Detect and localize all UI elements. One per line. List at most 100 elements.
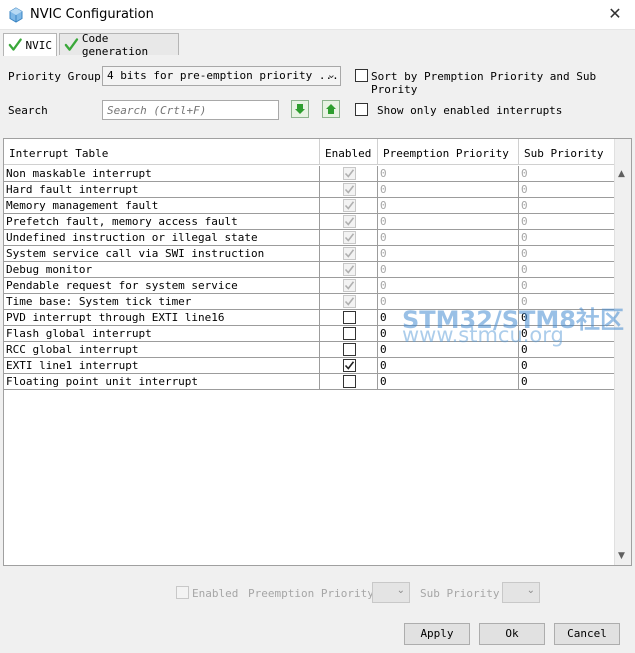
- bottom-preemption-select[interactable]: ⌄: [372, 582, 410, 603]
- enabled-checkbox: [343, 263, 356, 276]
- search-next-button[interactable]: [291, 100, 309, 118]
- enabled-checkbox: [343, 215, 356, 228]
- enabled-cell: [320, 230, 378, 245]
- bottom-enabled-checkbox[interactable]: [176, 586, 189, 599]
- enabled-checkbox[interactable]: [343, 327, 356, 340]
- enabled-checkbox: [343, 199, 356, 212]
- tab-nvic[interactable]: NVIC: [3, 33, 57, 56]
- enabled-checkbox: [343, 231, 356, 244]
- table-row[interactable]: Hard fault interrupt 0 0: [4, 182, 615, 198]
- table-row[interactable]: Floating point unit interrupt 0 0: [4, 374, 615, 390]
- ok-button[interactable]: Ok: [479, 623, 545, 645]
- enabled-cell: [320, 166, 378, 181]
- enabled-checkbox[interactable]: [343, 343, 356, 356]
- enabled-checkbox: [343, 279, 356, 292]
- vertical-scrollbar[interactable]: ▲ ▼: [614, 139, 631, 565]
- interrupt-name: Prefetch fault, memory access fault: [4, 214, 320, 229]
- bottom-preemption-label: Preemption Priority: [248, 587, 374, 600]
- interrupt-name: Undefined instruction or illegal state: [4, 230, 320, 245]
- preemption-priority-cell[interactable]: 0: [378, 358, 519, 373]
- bottom-enabled-label: Enabled: [192, 587, 239, 600]
- enabled-checkbox[interactable]: [343, 375, 356, 388]
- enabled-cell: [320, 310, 378, 325]
- interrupt-name: Non maskable interrupt: [4, 166, 320, 181]
- sub-priority-cell[interactable]: 0: [519, 374, 615, 389]
- table-row[interactable]: Pendable request for system service 0 0: [4, 278, 615, 294]
- window-title: NVIC Configuration: [30, 7, 154, 22]
- bottom-sub-priority-select[interactable]: ⌄: [502, 582, 540, 603]
- preemption-priority-cell[interactable]: 0: [378, 374, 519, 389]
- header-sub-priority[interactable]: Sub Priority: [519, 139, 614, 165]
- checkmark-icon: [344, 169, 355, 178]
- enabled-checkbox: [343, 167, 356, 180]
- checkmark-icon: [344, 249, 355, 258]
- preemption-priority-cell: 0: [378, 214, 519, 229]
- scroll-down-icon[interactable]: ▼: [618, 551, 625, 561]
- enabled-cell: [320, 358, 378, 373]
- interrupt-table: Interrupt Table Enabled Preemption Prior…: [3, 138, 632, 566]
- preemption-priority-cell: 0: [378, 166, 519, 181]
- search-previous-button[interactable]: [322, 100, 340, 118]
- preemption-priority-cell: 0: [378, 230, 519, 245]
- scroll-up-icon[interactable]: ▲: [618, 169, 625, 179]
- preemption-priority-cell: 0: [378, 278, 519, 293]
- enabled-cell: [320, 198, 378, 213]
- table-row[interactable]: Memory management fault 0 0: [4, 198, 615, 214]
- priority-group-value: 4 bits for pre-emption priority ...: [107, 69, 339, 82]
- enabled-checkbox[interactable]: [343, 359, 356, 372]
- enabled-cell: [320, 374, 378, 389]
- checkmark-icon: [344, 297, 355, 306]
- sort-by-priority-checkbox[interactable]: [355, 69, 368, 82]
- arrow-down-icon: [295, 104, 305, 114]
- enabled-cell: [320, 214, 378, 229]
- interrupt-name: EXTI line1 interrupt: [4, 358, 320, 373]
- table-row[interactable]: Undefined instruction or illegal state 0 0: [4, 230, 615, 246]
- search-label: Search: [8, 104, 48, 117]
- header-enabled[interactable]: Enabled: [320, 139, 378, 165]
- chevron-down-icon: ⌄: [326, 68, 336, 81]
- priority-group-label: Priority Group: [8, 70, 101, 83]
- checkmark-icon: [344, 201, 355, 210]
- header-interrupt-table[interactable]: Interrupt Table: [4, 139, 320, 165]
- table-row[interactable]: System service call via SWI instruction 0…: [4, 246, 615, 262]
- preemption-priority-cell: 0: [378, 246, 519, 261]
- checkmark-icon: [344, 281, 355, 290]
- chevron-down-icon: ⌄: [526, 585, 535, 596]
- enabled-cell: [320, 262, 378, 277]
- watermark-url: www.stmcu.org: [402, 323, 564, 347]
- table-header: Interrupt Table Enabled Preemption Prior…: [4, 139, 614, 165]
- check-icon: [8, 38, 22, 51]
- enabled-checkbox: [343, 247, 356, 260]
- header-preemption-priority[interactable]: Preemption Priority: [378, 139, 519, 165]
- enabled-checkbox[interactable]: [343, 311, 356, 324]
- search-input[interactable]: [102, 100, 279, 120]
- sort-by-priority-label: Sort by Premption Priority and Sub Prori…: [371, 70, 597, 96]
- sub-priority-cell: 0: [519, 230, 615, 245]
- apply-button[interactable]: Apply: [404, 623, 470, 645]
- sub-priority-cell: 0: [519, 278, 615, 293]
- table-row[interactable]: Prefetch fault, memory access fault 0 0: [4, 214, 615, 230]
- sub-priority-cell: 0: [519, 214, 615, 229]
- tab-code-generation[interactable]: Code generation: [59, 32, 179, 58]
- close-icon[interactable]: ✕: [605, 4, 625, 23]
- show-only-enabled-checkbox[interactable]: [355, 103, 368, 116]
- checkmark-icon: [344, 361, 355, 370]
- interrupt-name: PVD interrupt through EXTI line16: [4, 310, 320, 325]
- bottom-sub-priority-label: Sub Priority: [420, 587, 500, 600]
- arrow-up-icon: [326, 104, 336, 114]
- enabled-cell: [320, 342, 378, 357]
- tab-label: NVIC: [25, 38, 53, 52]
- interrupt-name: System service call via SWI instruction: [4, 246, 320, 261]
- interrupt-name: Time base: System tick timer: [4, 294, 320, 309]
- priority-group-select[interactable]: 4 bits for pre-emption priority ... ⌄: [102, 66, 341, 86]
- title-bar: NVIC Configuration ✕: [0, 0, 635, 30]
- sub-priority-cell[interactable]: 0: [519, 358, 615, 373]
- enabled-checkbox: [343, 183, 356, 196]
- table-row[interactable]: EXTI line1 interrupt 0 0: [4, 358, 615, 374]
- interrupt-name: Hard fault interrupt: [4, 182, 320, 197]
- table-row[interactable]: Debug monitor 0 0: [4, 262, 615, 278]
- cancel-button[interactable]: Cancel: [554, 623, 620, 645]
- table-row[interactable]: Non maskable interrupt 0 0: [4, 166, 615, 182]
- checkmark-icon: [344, 217, 355, 226]
- show-only-enabled-label: Show only enabled interrupts: [377, 104, 563, 117]
